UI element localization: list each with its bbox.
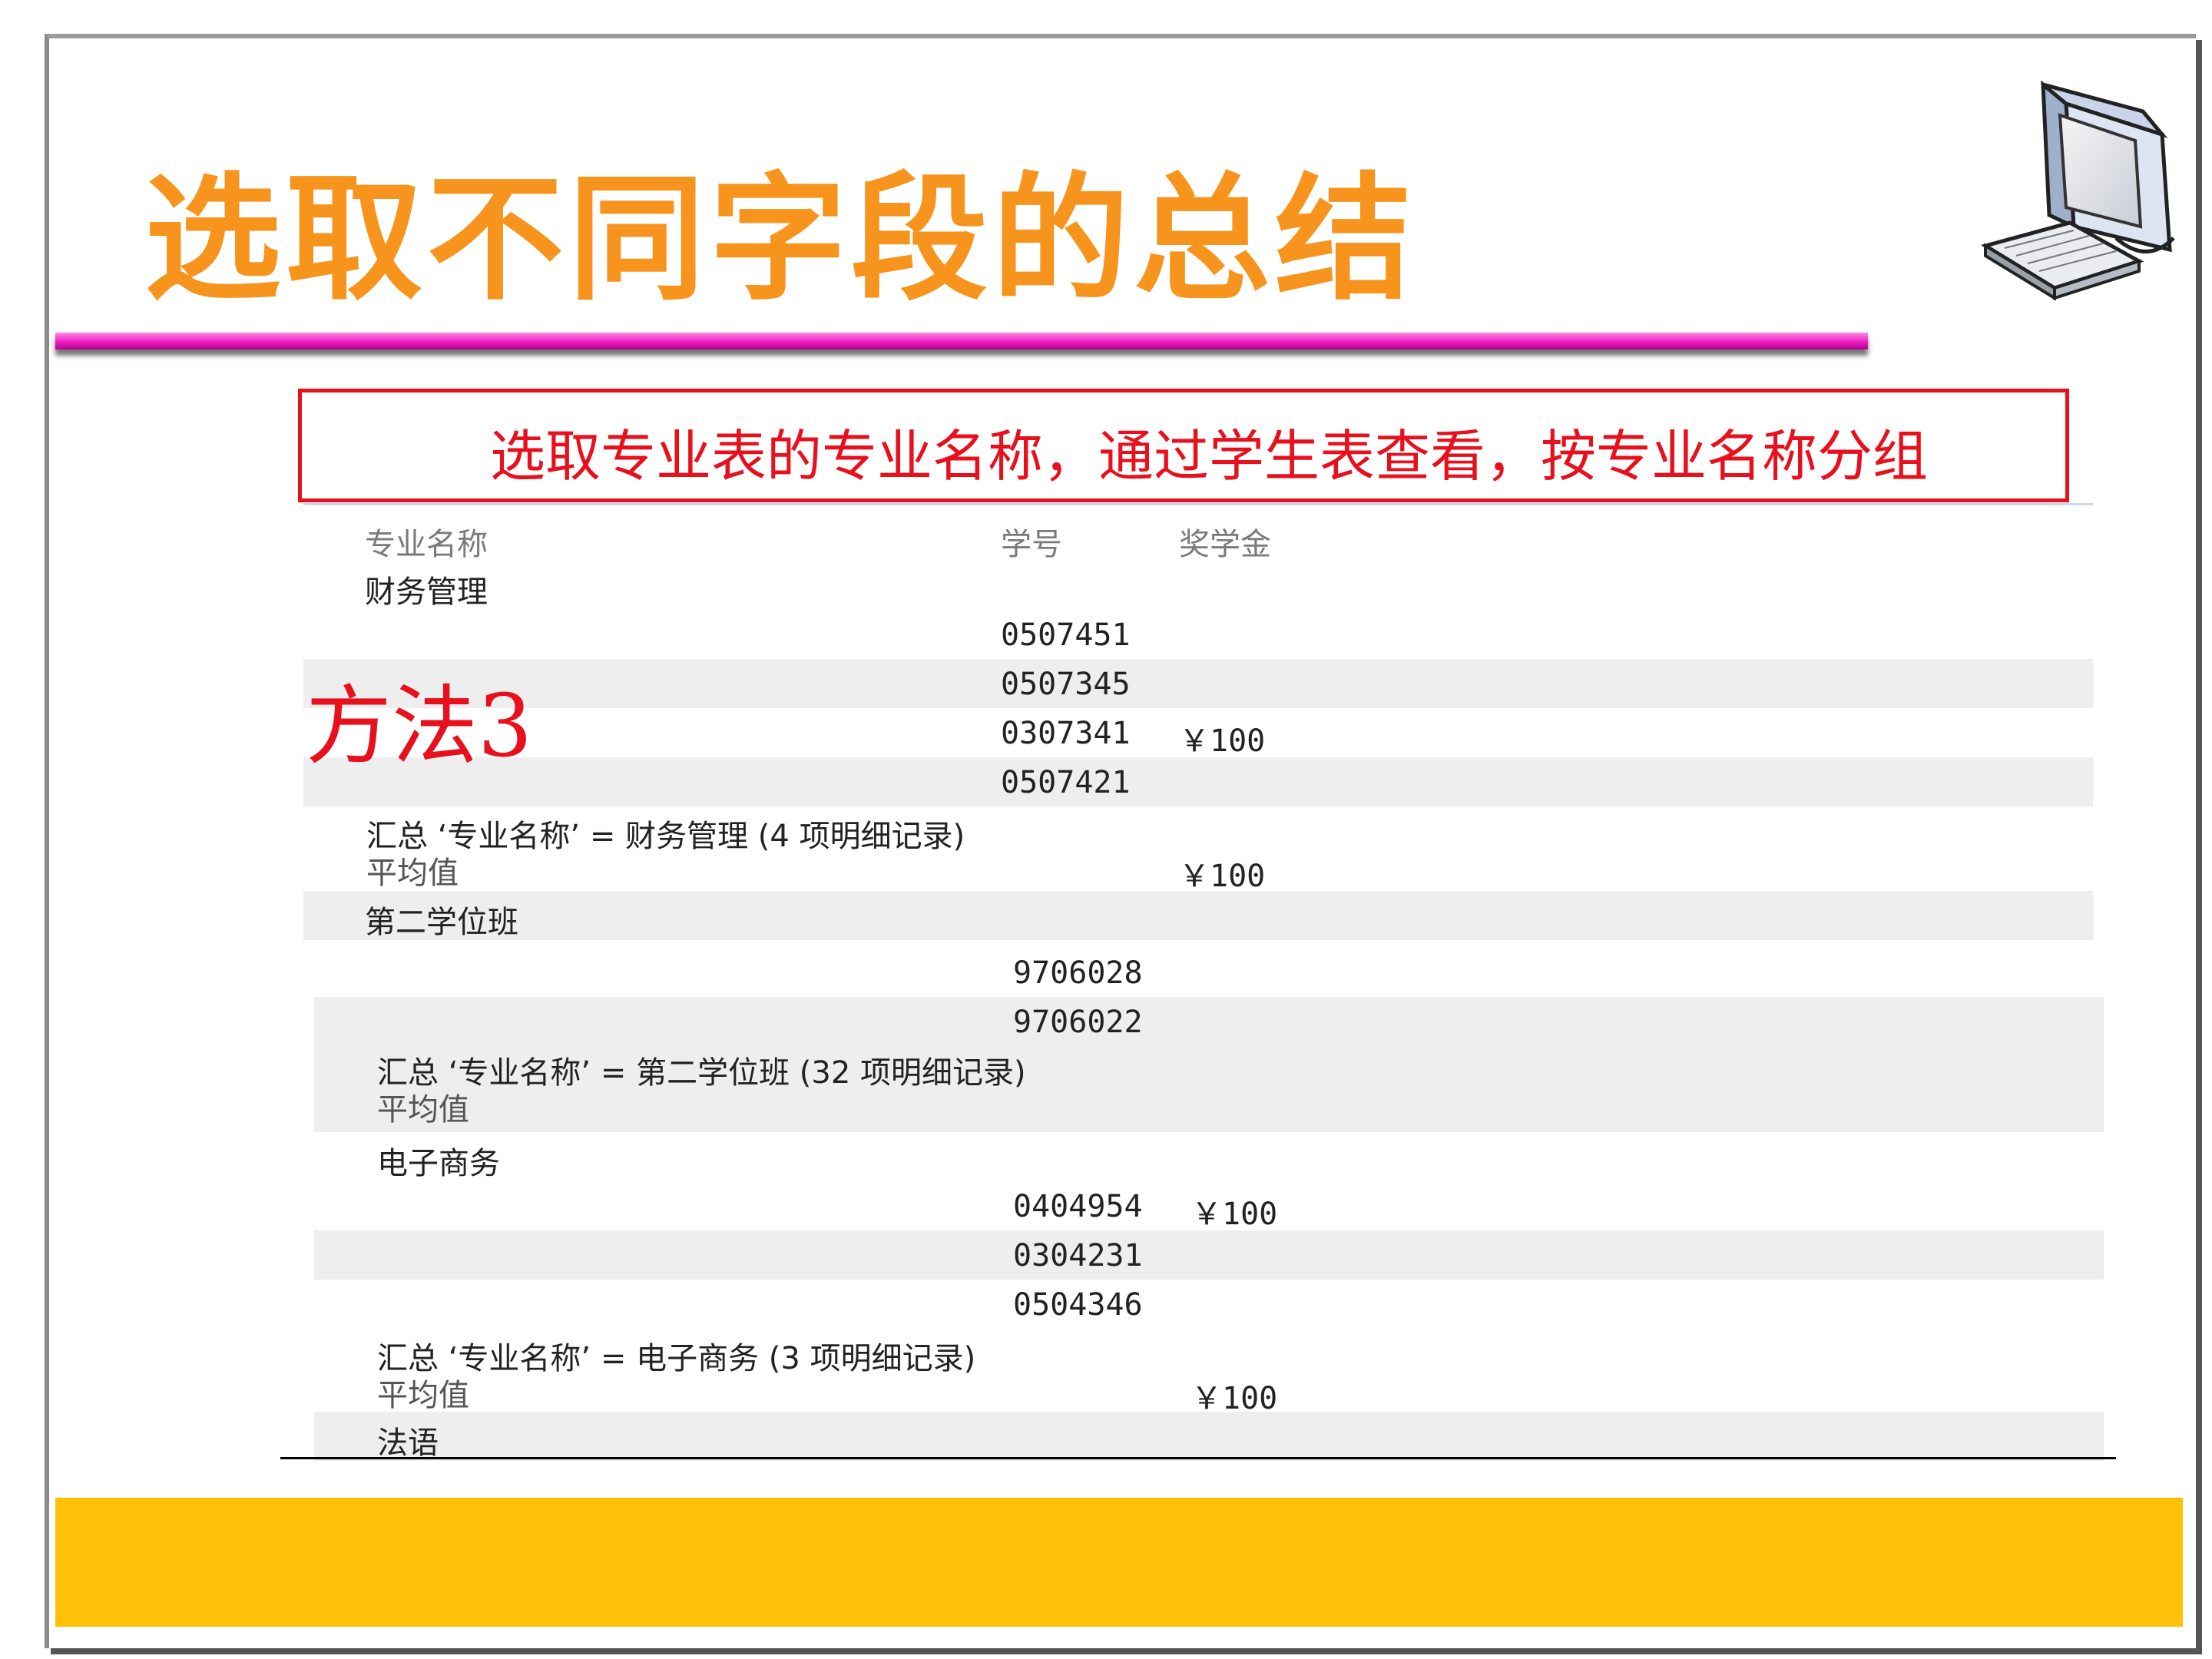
student-id: 0307341	[1001, 716, 1131, 751]
computer-monitor-keyboard-icon	[1982, 80, 2175, 301]
table-row: 9706028	[314, 948, 2104, 997]
group-name: 法语	[377, 1426, 439, 1461]
header-student-id: 学号	[1001, 527, 1062, 562]
group-summary-row: 汇总 ‘专业名称’ = 电子商务 (3 项明细记录) 平均值 ￥100	[314, 1329, 2104, 1416]
report-top-line	[303, 503, 2093, 505]
header-major: 专业名称	[365, 527, 488, 562]
caption-box: 选取专业表的专业名称，通过学生表查看，按专业名称分组	[298, 389, 2069, 502]
scholarship-value: ￥100	[1191, 1197, 1278, 1232]
scholarship-value: ￥100	[1179, 724, 1266, 759]
report-header-row: 专业名称 学号 奖学金	[303, 513, 2093, 562]
slide-title: 选取不同字段的总结	[144, 158, 1416, 319]
method-label: 方法3	[306, 677, 533, 777]
group-summary-text: 汇总 ‘专业名称’ = 第二学位班 (32 项明细记录)	[377, 1055, 1026, 1091]
table-row: 0504346	[314, 1280, 2104, 1329]
caption-text: 选取专业表的专业名称，通过学生表查看，按专业名称分组	[490, 424, 1929, 488]
group-name: 财务管理	[365, 575, 488, 610]
average-value: ￥100	[1179, 859, 1266, 894]
table-row: 0404954 ￥100	[314, 1181, 2104, 1232]
average-label: 平均值	[377, 1378, 469, 1413]
student-id: 0507421	[1001, 765, 1131, 800]
group-header-row: 电子商务	[314, 1132, 2104, 1181]
student-id: 9706028	[1013, 955, 1143, 991]
student-id: 0507451	[1001, 618, 1131, 653]
student-id: 0504346	[1013, 1287, 1143, 1323]
table-row: 9706022 汇总 ‘专业名称’ = 第二学位班 (32 项明细记录) 平均值	[314, 997, 2104, 1132]
group-header-row: 法语	[314, 1412, 2104, 1461]
group-header-row: 第二学位班	[303, 891, 2093, 940]
group-name: 电子商务	[377, 1146, 500, 1181]
average-label: 平均值	[377, 1092, 469, 1128]
student-id: 0404954	[1013, 1189, 1143, 1224]
group-name: 第二学位班	[365, 905, 518, 940]
average-label: 平均值	[366, 856, 459, 891]
header-scholarship: 奖学金	[1179, 527, 1271, 562]
student-id: 0507345	[1001, 667, 1131, 702]
table-row: 0307341 ￥100	[303, 708, 2093, 759]
table-row: 0507451	[303, 610, 2093, 659]
table-row: 0507345	[303, 659, 2093, 708]
group-summary-row: 汇总 ‘专业名称’ = 财务管理 (4 项明细记录) 平均值 ￥100	[303, 806, 2093, 894]
group-header-row: 财务管理	[303, 561, 2093, 610]
footer-bar	[55, 1498, 2183, 1627]
table-row: 0304231	[314, 1230, 2104, 1280]
table-row: 0507421	[303, 757, 2093, 806]
student-id: 0304231	[1013, 1238, 1143, 1273]
title-divider	[55, 333, 1868, 349]
report-bottom-line	[280, 1457, 2116, 1459]
student-id: 9706022	[1013, 1005, 1143, 1040]
